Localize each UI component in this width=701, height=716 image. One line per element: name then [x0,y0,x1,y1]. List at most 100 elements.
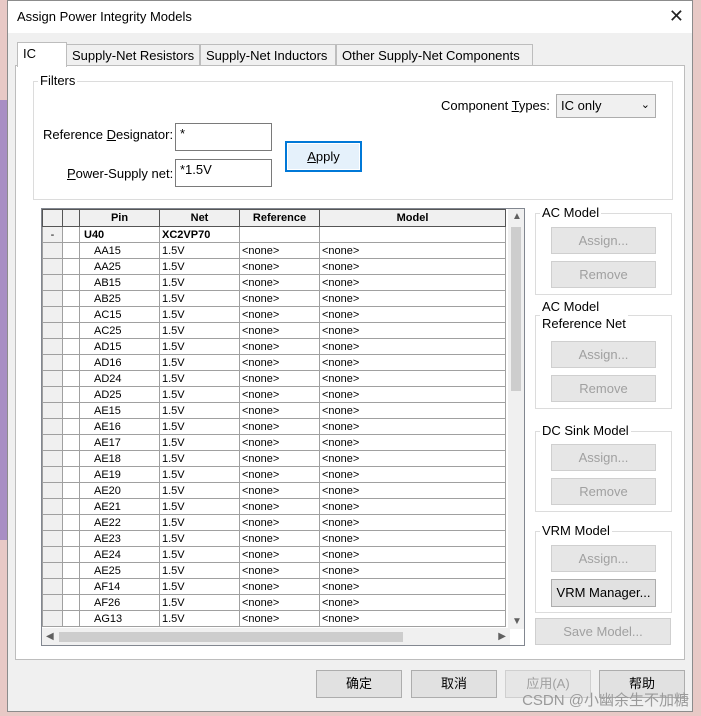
table-row[interactable]: AB25 1.5V <none> <none> [42,290,506,307]
pin-cell[interactable]: AD15 [79,338,160,355]
net-cell[interactable]: 1.5V [159,450,240,467]
row-header[interactable] [42,434,63,451]
model-cell[interactable]: <none> [319,370,506,387]
table-row[interactable]: AE20 1.5V <none> <none> [42,482,506,499]
table-row[interactable]: AF26 1.5V <none> <none> [42,594,506,611]
pin-cell[interactable]: AE17 [79,434,160,451]
reference-cell[interactable]: <none> [239,338,320,355]
model-cell[interactable]: <none> [319,258,506,275]
reference-cell[interactable]: <none> [239,274,320,291]
table-row[interactable]: AD16 1.5V <none> <none> [42,354,506,371]
reference-cell[interactable]: <none> [239,258,320,275]
reference-cell[interactable]: <none> [239,514,320,531]
ac-model-remove-button[interactable]: Remove [551,261,656,288]
reference-cell[interactable]: <none> [239,594,320,611]
ac-reference-net-assign-button[interactable]: Assign... [551,341,656,368]
pin-model-grid[interactable]: Pin Net Reference Model - U40 XC2VP70 AA… [41,208,525,646]
model-cell[interactable]: <none> [319,578,506,595]
ac-model-assign-button[interactable]: Assign... [551,227,656,254]
row-header[interactable] [42,338,63,355]
pin-cell[interactable]: AC15 [79,306,160,323]
pin-cell[interactable]: AE18 [79,450,160,467]
table-row[interactable]: AE21 1.5V <none> <none> [42,498,506,515]
row-header[interactable] [42,242,63,259]
ok-button[interactable]: 确定 [316,670,402,698]
column-header-pin[interactable]: Pin [79,209,160,227]
net-cell[interactable]: 1.5V [159,498,240,515]
model-cell[interactable]: <none> [319,322,506,339]
pin-cell[interactable]: AE19 [79,466,160,483]
row-header[interactable] [42,370,63,387]
table-row[interactable]: AF14 1.5V <none> <none> [42,578,506,595]
net-cell[interactable]: 1.5V [159,610,240,627]
reference-cell[interactable]: <none> [239,386,320,403]
model-cell[interactable]: <none> [319,546,506,563]
reference-cell[interactable]: <none> [239,418,320,435]
row-header[interactable] [42,498,63,515]
model-cell[interactable]: <none> [319,466,506,483]
row-header[interactable] [42,306,63,323]
row-header[interactable] [42,402,63,419]
pin-cell[interactable]: AE25 [79,562,160,579]
pin-cell[interactable]: AB15 [79,274,160,291]
model-cell[interactable]: <none> [319,338,506,355]
dc-sink-assign-button[interactable]: Assign... [551,444,656,471]
reference-cell[interactable]: <none> [239,530,320,547]
row-header[interactable] [42,274,63,291]
pin-cell[interactable]: AB25 [79,290,160,307]
apply-filter-button[interactable]: Apply [285,141,362,172]
net-cell[interactable]: 1.5V [159,354,240,371]
collapse-toggle[interactable]: - [42,226,63,243]
component-types-select[interactable]: IC only ⌄ [556,94,656,118]
model-cell[interactable]: <none> [319,498,506,515]
table-row[interactable]: AE19 1.5V <none> <none> [42,466,506,483]
net-cell[interactable]: 1.5V [159,386,240,403]
table-row[interactable]: AE24 1.5V <none> <none> [42,546,506,563]
model-cell[interactable]: <none> [319,242,506,259]
net-cell[interactable]: 1.5V [159,402,240,419]
model-cell[interactable]: <none> [319,402,506,419]
net-cell[interactable]: 1.5V [159,594,240,611]
table-row[interactable]: AE17 1.5V <none> <none> [42,434,506,451]
reference-cell[interactable]: <none> [239,306,320,323]
row-header[interactable] [42,450,63,467]
pin-cell[interactable]: AE23 [79,530,160,547]
model-cell[interactable]: <none> [319,450,506,467]
table-row[interactable]: AA15 1.5V <none> <none> [42,242,506,259]
pin-cell[interactable]: AE15 [79,402,160,419]
pin-cell[interactable]: AF14 [79,578,160,595]
table-row[interactable]: AE25 1.5V <none> <none> [42,562,506,579]
tab-other-supply-net-components[interactable]: Other Supply-Net Components [336,44,533,65]
row-header[interactable] [42,386,63,403]
row-header[interactable] [42,562,63,579]
row-header[interactable] [42,594,63,611]
model-cell[interactable]: <none> [319,306,506,323]
pin-cell[interactable]: AE16 [79,418,160,435]
row-header[interactable] [42,578,63,595]
reference-cell[interactable]: <none> [239,450,320,467]
pin-cell[interactable]: AD24 [79,370,160,387]
vrm-assign-button[interactable]: Assign... [551,545,656,572]
scroll-right-icon[interactable]: ▶ [498,631,506,642]
table-row[interactable]: AG13 1.5V <none> <none> [42,610,506,627]
column-header-reference[interactable]: Reference [239,209,320,227]
pin-cell[interactable]: AE21 [79,498,160,515]
reference-cell[interactable]: <none> [239,578,320,595]
row-header[interactable] [42,514,63,531]
row-header[interactable] [42,290,63,307]
model-cell[interactable]: <none> [319,274,506,291]
scroll-down-icon[interactable]: ▼ [512,616,522,627]
model-cell[interactable]: <none> [319,290,506,307]
row-header[interactable] [42,418,63,435]
pin-cell[interactable]: AG13 [79,610,160,627]
table-row[interactable]: AA25 1.5V <none> <none> [42,258,506,275]
close-icon[interactable]: ✕ [669,6,684,27]
table-row[interactable]: AD15 1.5V <none> <none> [42,338,506,355]
model-cell[interactable]: <none> [319,386,506,403]
row-header[interactable] [42,482,63,499]
net-cell[interactable]: 1.5V [159,242,240,259]
table-row[interactable]: AD24 1.5V <none> <none> [42,370,506,387]
save-model-button[interactable]: Save Model... [535,618,671,645]
net-cell[interactable]: 1.5V [159,370,240,387]
net-cell[interactable]: 1.5V [159,562,240,579]
